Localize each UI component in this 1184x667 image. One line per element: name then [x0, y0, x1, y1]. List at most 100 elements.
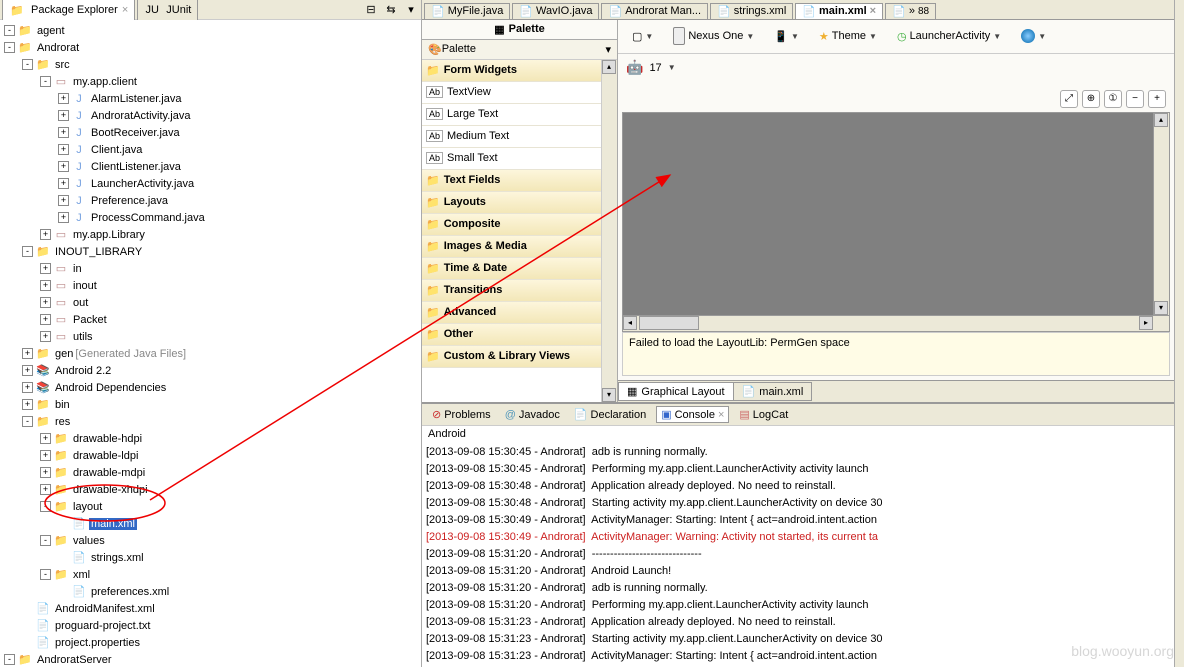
palette-widget[interactable]: AbSmall Text [422, 148, 601, 170]
palette-category[interactable]: 📁Text Fields [422, 170, 601, 192]
editor-tab[interactable]: 📄»88 [885, 3, 936, 19]
tree-item[interactable]: -📁Androrat [0, 39, 421, 56]
chevron-down-icon[interactable]: ▼ [668, 63, 676, 72]
collapse-icon[interactable]: - [22, 59, 33, 70]
editor-tab[interactable]: 📄main.xml× [795, 3, 883, 19]
tree-item[interactable]: +JClientListener.java [0, 158, 421, 175]
zoom-out-button[interactable]: − [1126, 90, 1144, 108]
scroll-left-icon[interactable]: ◂ [623, 316, 637, 330]
tab-package-explorer[interactable]: 📁 Package Explorer × [2, 0, 135, 20]
palette-category[interactable]: 📁Images & Media [422, 236, 601, 258]
tree-item[interactable]: +JAlarmListener.java [0, 90, 421, 107]
close-icon[interactable]: × [718, 409, 724, 421]
tree-item[interactable]: +📁bin [0, 396, 421, 413]
expand-icon[interactable]: + [22, 399, 33, 410]
collapse-icon[interactable]: - [40, 535, 51, 546]
tree-item[interactable]: -📁src [0, 56, 421, 73]
zoom-in-button[interactable]: + [1148, 90, 1166, 108]
package-tree[interactable]: -📁agent-📁Androrat-📁src-▭my.app.client+JA… [0, 20, 421, 667]
link-editor-icon[interactable]: ⇆ [383, 2, 399, 18]
palette-category[interactable]: 📁Form Widgets [422, 60, 601, 82]
tree-item[interactable]: -📁values [0, 532, 421, 549]
expand-icon[interactable]: + [58, 144, 69, 155]
tree-item[interactable]: -📁layout [0, 498, 421, 515]
tree-item[interactable]: +▭inout [0, 277, 421, 294]
palette-category[interactable]: 📁Advanced [422, 302, 601, 324]
theme-dropdown[interactable]: ★Theme▼ [813, 27, 883, 46]
orientation-dropdown[interactable]: 📱▼ [768, 27, 805, 46]
tree-item[interactable]: +▭in [0, 260, 421, 277]
palette-category[interactable]: 📁Composite [422, 214, 601, 236]
expand-icon[interactable]: + [40, 314, 51, 325]
tree-item[interactable]: 📄AndroidManifest.xml [0, 600, 421, 617]
tree-item[interactable]: +▭utils [0, 328, 421, 345]
console-output[interactable]: [2013-09-08 15:30:45 - Androrat] adb is … [422, 442, 1174, 667]
palette-widget[interactable]: AbLarge Text [422, 104, 601, 126]
editor-tab[interactable]: 📄WavIO.java [512, 3, 599, 19]
tree-item[interactable]: +JLauncherActivity.java [0, 175, 421, 192]
canvas-vscroll[interactable]: ▴ ▾ [1153, 113, 1169, 315]
editor-tab[interactable]: 📄Androrat Man... [601, 3, 708, 19]
tree-item[interactable]: 📄preferences.xml [0, 583, 421, 600]
tree-item[interactable]: -📁res [0, 413, 421, 430]
tree-item[interactable]: +▭my.app.Library [0, 226, 421, 243]
scroll-up-icon[interactable]: ▴ [602, 60, 616, 74]
close-icon[interactable]: × [870, 5, 876, 17]
tree-item[interactable]: +JProcessCommand.java [0, 209, 421, 226]
expand-icon[interactable]: + [40, 263, 51, 274]
tab-javadoc[interactable]: @Javadoc [501, 408, 564, 422]
tab-problems[interactable]: ⊘Problems [428, 407, 495, 422]
tab-graphical-layout[interactable]: ▦Graphical Layout [618, 382, 734, 401]
design-canvas[interactable]: ▴ ▾ ◂ ▸ [622, 112, 1170, 332]
expand-icon[interactable]: + [58, 161, 69, 172]
expand-icon[interactable]: + [40, 484, 51, 495]
collapse-icon[interactable]: - [4, 25, 15, 36]
tree-item[interactable]: -📁xml [0, 566, 421, 583]
tree-item[interactable]: +JBootReceiver.java [0, 124, 421, 141]
scroll-right-icon[interactable]: ▸ [1139, 316, 1153, 330]
palette-category[interactable]: 📁Time & Date [422, 258, 601, 280]
palette-category[interactable]: 📁Transitions [422, 280, 601, 302]
palette-category[interactable]: 📁Custom & Library Views [422, 346, 601, 368]
tree-item[interactable]: +📁drawable-hdpi [0, 430, 421, 447]
zoom-100-button[interactable]: ① [1104, 90, 1122, 108]
expand-icon[interactable]: + [58, 178, 69, 189]
collapse-icon[interactable]: - [22, 416, 33, 427]
tree-item[interactable]: -📁agent [0, 22, 421, 39]
tree-item[interactable]: +JAndroratActivity.java [0, 107, 421, 124]
expand-icon[interactable]: + [22, 382, 33, 393]
tree-item[interactable]: 📄proguard-project.txt [0, 617, 421, 634]
expand-icon[interactable]: + [22, 365, 33, 376]
expand-icon[interactable]: + [40, 297, 51, 308]
locale-dropdown[interactable]: ▼ [1015, 26, 1052, 46]
expand-icon[interactable]: + [40, 467, 51, 478]
collapse-all-icon[interactable]: ⊟ [363, 2, 379, 18]
tab-junit[interactable]: JU JUnit [137, 0, 198, 20]
zoom-fit-button[interactable]: ⤢ [1060, 90, 1078, 108]
palette-scrollbar[interactable]: ▴ ▾ [601, 60, 617, 402]
expand-icon[interactable]: + [22, 348, 33, 359]
collapse-icon[interactable]: - [40, 76, 51, 87]
expand-icon[interactable]: + [40, 433, 51, 444]
palette-dropdown[interactable]: 🎨 Palette ▾ [422, 40, 617, 60]
editor-tab[interactable]: 📄MyFile.java [424, 3, 510, 19]
tree-item[interactable]: +▭out [0, 294, 421, 311]
collapse-icon[interactable]: - [4, 42, 15, 53]
palette-category[interactable]: 📁Layouts [422, 192, 601, 214]
tree-item[interactable]: 📄project.properties [0, 634, 421, 651]
expand-icon[interactable]: + [40, 229, 51, 240]
tab-console[interactable]: ▣Console× [656, 406, 729, 423]
view-menu-icon[interactable]: ▾ [403, 2, 419, 18]
expand-icon[interactable]: + [58, 212, 69, 223]
tree-item[interactable]: +▭Packet [0, 311, 421, 328]
tab-main-xml[interactable]: 📄main.xml [733, 382, 813, 401]
tree-item[interactable]: 📄strings.xml [0, 549, 421, 566]
tree-item[interactable]: +📚Android 2.2 [0, 362, 421, 379]
collapse-icon[interactable]: - [22, 246, 33, 257]
tab-declaration[interactable]: 📄Declaration [570, 407, 650, 422]
tree-item[interactable]: +📁gen [Generated Java Files] [0, 345, 421, 362]
tree-item[interactable]: +JClient.java [0, 141, 421, 158]
palette-widget[interactable]: AbMedium Text [422, 126, 601, 148]
tree-item[interactable]: +JPreference.java [0, 192, 421, 209]
expand-icon[interactable]: + [40, 450, 51, 461]
